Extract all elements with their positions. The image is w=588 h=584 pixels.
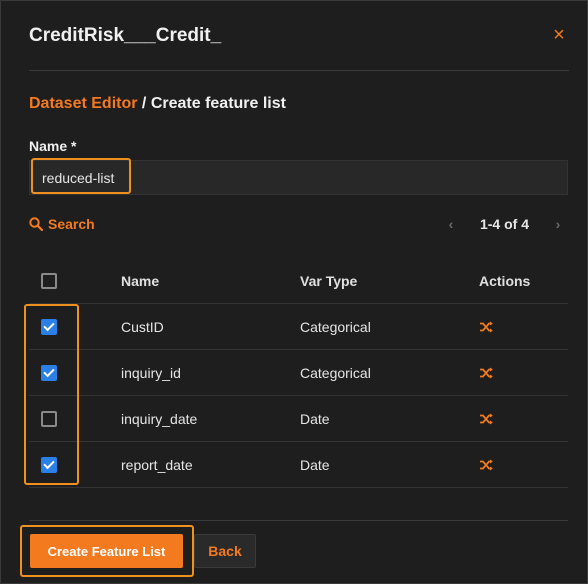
table-row: report_date Date (29, 442, 568, 488)
create-feature-list-button[interactable]: Create Feature List (30, 534, 183, 568)
feature-var-type: Date (300, 456, 330, 473)
breadcrumb: Dataset Editor / Create feature list (29, 95, 286, 113)
name-field[interactable] (32, 161, 132, 194)
table-row: inquiry_date Date (29, 396, 568, 442)
select-all-checkbox[interactable] (41, 272, 57, 289)
shuffle-icon[interactable] (479, 367, 494, 379)
row-check-cell (41, 350, 61, 395)
feature-var-type: Categorical (300, 318, 371, 335)
column-header-name[interactable]: Name (121, 258, 159, 303)
row-checkbox[interactable] (41, 364, 57, 381)
row-checkbox[interactable] (41, 410, 57, 427)
table-row: CustID Categorical (29, 304, 568, 350)
back-button[interactable]: Back (194, 534, 256, 568)
dialog-header: CreditRisk___Credit_ × (29, 1, 569, 71)
breadcrumb-current: Create feature list (150, 95, 286, 112)
create-feature-list-dialog: CreditRisk___Credit_ × Dataset Editor / … (0, 0, 588, 584)
breadcrumb-dataset-editor-link[interactable]: Dataset Editor (29, 95, 137, 112)
search-button[interactable]: Search (29, 214, 95, 234)
name-field-label: Name * (29, 138, 77, 154)
feature-table: Name Var Type Actions CustID Categorical… (29, 258, 568, 488)
feature-var-type: Categorical (300, 364, 371, 381)
select-all-cell (41, 258, 61, 303)
footer-divider (29, 520, 568, 521)
shuffle-icon[interactable] (479, 321, 494, 333)
prev-page-button[interactable]: ‹ (444, 216, 458, 232)
feature-name: report_date (121, 456, 193, 473)
shuffle-icon[interactable] (479, 413, 494, 425)
name-field-container (29, 160, 568, 195)
close-button[interactable]: × (551, 25, 567, 45)
dialog-title: CreditRisk___Credit_ (29, 25, 222, 46)
pagination-info: 1-4 of 4 (479, 216, 529, 232)
row-actions (479, 304, 494, 349)
row-actions (479, 442, 494, 487)
row-checkbox[interactable] (41, 318, 57, 335)
row-check-cell (41, 396, 61, 441)
pagination: ‹ 1-4 of 4 › (444, 213, 565, 235)
table-row: inquiry_id Categorical (29, 350, 568, 396)
table-header-row: Name Var Type Actions (29, 258, 568, 304)
shuffle-icon[interactable] (479, 459, 494, 471)
breadcrumb-separator: / (137, 95, 151, 112)
feature-name: inquiry_date (121, 410, 198, 427)
next-page-button[interactable]: › (551, 216, 565, 232)
row-check-cell (41, 304, 61, 349)
row-actions (479, 350, 494, 395)
feature-name: CustID (121, 318, 164, 335)
column-header-var-type[interactable]: Var Type (300, 258, 357, 303)
row-check-cell (41, 442, 61, 487)
row-checkbox[interactable] (41, 456, 57, 473)
search-icon (29, 217, 43, 231)
row-actions (479, 396, 494, 441)
search-label: Search (48, 216, 95, 232)
feature-var-type: Date (300, 410, 330, 427)
feature-name: inquiry_id (121, 364, 181, 381)
column-header-actions: Actions (479, 272, 531, 289)
